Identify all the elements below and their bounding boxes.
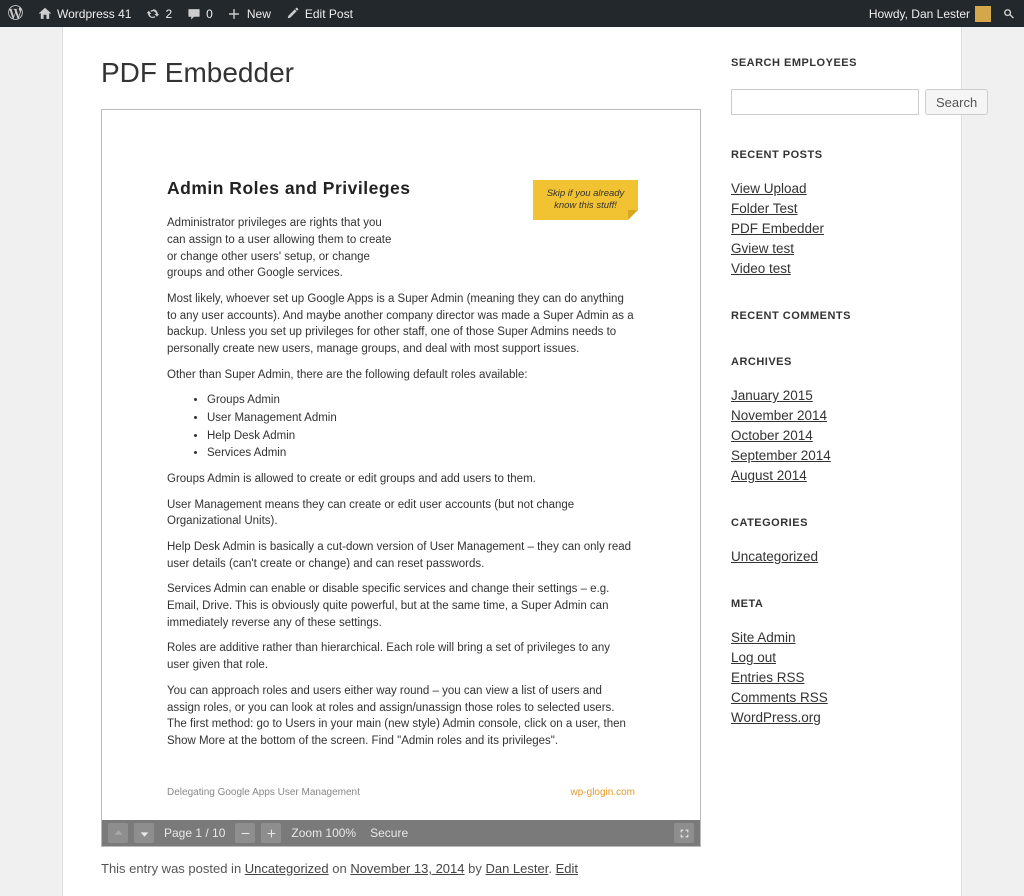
archive-link[interactable]: October 2014: [731, 428, 813, 443]
meta-link[interactable]: Site Admin: [731, 630, 796, 645]
meta-link[interactable]: Entries RSS: [731, 670, 805, 685]
edit-post-label: Edit Post: [305, 7, 353, 21]
edit-post-link[interactable]: Edit Post: [285, 6, 353, 21]
widget-title: RECENT POSTS: [731, 149, 931, 161]
recent-post-link[interactable]: View Upload: [731, 181, 807, 196]
category-link[interactable]: Uncategorized: [731, 549, 818, 564]
plus-icon: [227, 6, 242, 21]
pdf-secure-label: Secure: [370, 826, 408, 840]
widget-archives: ARCHIVES January 2015 November 2014 Octo…: [731, 356, 931, 483]
pdf-toolbar: Page 1 / 10 Zoom 100% Secure: [102, 820, 700, 846]
recent-post-link[interactable]: Gview test: [731, 241, 794, 256]
pdf-zoom-label: Zoom 100%: [291, 826, 356, 840]
pdf-paragraph: You can approach roles and users either …: [167, 683, 635, 750]
pdf-paragraph: Help Desk Admin is basically a cut-down …: [167, 539, 635, 572]
meta-link[interactable]: WordPress.org: [731, 710, 821, 725]
greeting: Howdy, Dan Lester: [869, 7, 970, 21]
arrow-down-icon: [139, 828, 150, 839]
pdf-page: Skip if you already know this stuff! Adm…: [102, 110, 700, 820]
home-icon: [37, 6, 52, 21]
pdf-paragraph: Other than Super Admin, there are the fo…: [167, 367, 635, 384]
recent-post-link[interactable]: PDF Embedder: [731, 221, 824, 236]
plus-icon: [266, 828, 277, 839]
pdf-footer-left: Delegating Google Apps User Management: [167, 786, 360, 801]
comment-icon: [186, 6, 201, 21]
search-toggle[interactable]: [1001, 6, 1016, 21]
pdf-paragraph: User Management means they can create or…: [167, 497, 635, 530]
pdf-page-indicator: Page 1 / 10: [164, 826, 225, 840]
pdf-role-item: User Management Admin: [207, 410, 635, 427]
meta-category-link[interactable]: Uncategorized: [245, 861, 329, 876]
pdf-paragraph: Most likely, whoever set up Google Apps …: [167, 291, 635, 358]
meta-date-link[interactable]: November 13, 2014: [350, 861, 464, 876]
wordpress-icon: [8, 5, 23, 23]
meta-link[interactable]: Log out: [731, 650, 776, 665]
site-name: Wordpress 41: [57, 7, 131, 21]
comments-link[interactable]: 0: [186, 6, 213, 21]
meta-author-link[interactable]: Dan Lester: [485, 861, 548, 876]
new-link[interactable]: New: [227, 6, 271, 21]
archive-link[interactable]: January 2015: [731, 388, 813, 403]
widget-title: ARCHIVES: [731, 356, 931, 368]
avatar: [975, 6, 991, 22]
new-label: New: [247, 7, 271, 21]
entry-meta: This entry was posted in Uncategorized o…: [101, 861, 701, 876]
recent-post-link[interactable]: Folder Test: [731, 201, 798, 216]
pdf-paragraph: Services Admin can enable or disable spe…: [167, 581, 635, 631]
pencil-icon: [285, 6, 300, 21]
widget-recent-posts: RECENT POSTS View Upload Folder Test PDF…: [731, 149, 931, 276]
updates-link[interactable]: 2: [145, 6, 172, 21]
admin-bar: Wordpress 41 2 0 New Edit Post Howdy, Da…: [0, 0, 1024, 27]
pdf-paragraph: Roles are additive rather than hierarchi…: [167, 640, 635, 673]
pdf-sticky-note: Skip if you already know this stuff!: [533, 180, 638, 220]
recent-post-link[interactable]: Video test: [731, 261, 791, 276]
widget-title: CATEGORIES: [731, 517, 931, 529]
widget-title: SEARCH EMPLOYEES: [731, 57, 931, 69]
widget-recent-comments: RECENT COMMENTS: [731, 310, 931, 322]
pdf-role-list: Groups Admin User Management Admin Help …: [207, 392, 635, 462]
meta-link[interactable]: Comments RSS: [731, 690, 828, 705]
update-count: 2: [165, 7, 172, 21]
pdf-paragraph: Groups Admin is allowed to create or edi…: [167, 471, 635, 488]
meta-edit-link[interactable]: Edit: [556, 861, 578, 876]
pdf-role-item: Services Admin: [207, 445, 635, 462]
pdf-role-item: Groups Admin: [207, 392, 635, 409]
pdf-zoom-out-button[interactable]: [235, 823, 255, 843]
pdf-viewer: Skip if you already know this stuff! Adm…: [101, 109, 701, 847]
pdf-zoom-in-button[interactable]: [261, 823, 281, 843]
page-title: PDF Embedder: [101, 57, 701, 89]
search-input[interactable]: [731, 89, 919, 115]
archive-link[interactable]: November 2014: [731, 408, 827, 423]
site-name-link[interactable]: Wordpress 41: [37, 6, 131, 21]
comment-count: 0: [206, 7, 213, 21]
expand-icon: [679, 828, 690, 839]
account-link[interactable]: Howdy, Dan Lester: [869, 6, 991, 22]
search-button[interactable]: Search: [925, 89, 988, 115]
widget-title: RECENT COMMENTS: [731, 310, 931, 322]
pdf-prev-button[interactable]: [108, 823, 128, 843]
update-icon: [145, 6, 160, 21]
pdf-footer-right: wp-glogin.com: [571, 786, 635, 801]
archive-link[interactable]: September 2014: [731, 448, 831, 463]
widget-meta: META Site Admin Log out Entries RSS Comm…: [731, 598, 931, 725]
search-icon: [1001, 6, 1016, 21]
minus-icon: [240, 828, 251, 839]
archive-link[interactable]: August 2014: [731, 468, 807, 483]
pdf-paragraph: Administrator privileges are rights that…: [167, 215, 397, 282]
wp-logo[interactable]: [8, 5, 23, 23]
widget-title: META: [731, 598, 931, 610]
widget-categories: CATEGORIES Uncategorized: [731, 517, 931, 564]
pdf-next-button[interactable]: [134, 823, 154, 843]
pdf-fullscreen-button[interactable]: [674, 823, 694, 843]
widget-search: SEARCH EMPLOYEES Search: [731, 57, 931, 115]
arrow-up-icon: [113, 828, 124, 839]
pdf-role-item: Help Desk Admin: [207, 428, 635, 445]
